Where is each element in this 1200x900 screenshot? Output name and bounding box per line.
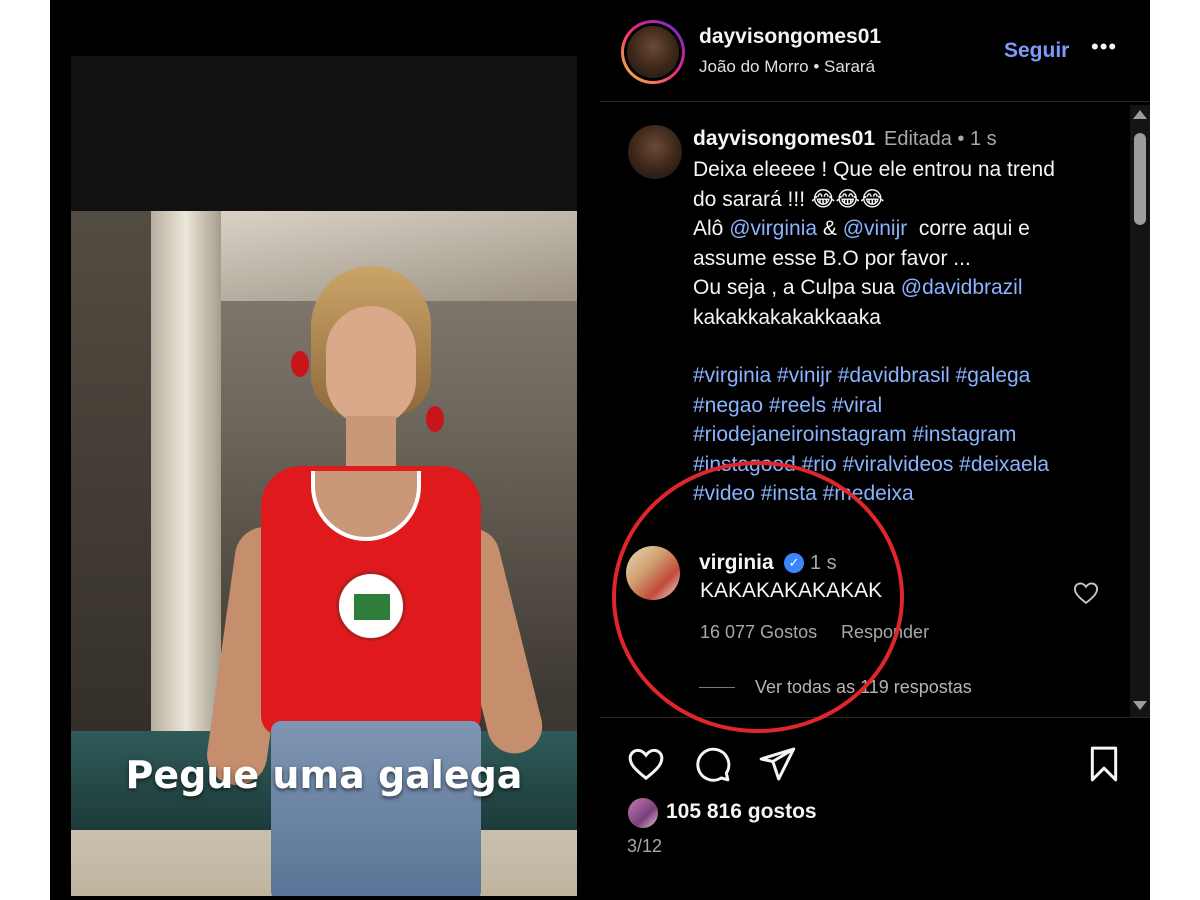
hashtag-line[interactable]: #negao #reels #viral	[693, 391, 1113, 421]
post-info-panel: dayvisongomes01 João do Morro • Sarará S…	[600, 0, 1150, 900]
like-heart-icon[interactable]	[626, 744, 666, 784]
caption-line: do sarará !!! 😂😂😂	[693, 187, 885, 211]
media-panel: Pegue uma galega	[50, 0, 600, 900]
earring-left	[291, 351, 309, 377]
caption-text-fragment: Ou seja , a Culpa sua	[693, 276, 901, 299]
comments-scrollbar[interactable]	[1130, 105, 1150, 717]
reply-avatar[interactable]	[626, 546, 680, 600]
mention-link[interactable]: @vinijr	[843, 217, 908, 240]
mention-link[interactable]: @virginia	[729, 217, 817, 240]
caption-line: Ou seja , a Culpa sua @davidbrazil	[693, 273, 1113, 303]
caption-line: kakakkakakakkaaka	[693, 305, 881, 329]
caption-text-fragment: Alô	[693, 217, 730, 240]
hashtag-line[interactable]: #virginia #vinijr #davidbrasil #galega	[693, 361, 1113, 391]
post-header: dayvisongomes01 João do Morro • Sarará S…	[600, 0, 1150, 102]
mention-link[interactable]: @davidbrazil	[901, 276, 1023, 299]
comments-section[interactable]: dayvisongomes01 Editada • 1 s Deixa elee…	[600, 103, 1130, 716]
caption-line: assume esse B.O por favor ...	[693, 246, 971, 270]
hashtag-line[interactable]: #video #insta #medeixa	[693, 479, 1113, 509]
shirt-crest	[336, 571, 406, 641]
like-comment-heart-icon[interactable]	[1072, 579, 1100, 607]
reply-text: KAKAKAKAKAKAK	[700, 579, 883, 602]
hashtag-line[interactable]: #instagood #rio #viralvideos #deixaela	[693, 450, 1113, 480]
denim-shorts	[271, 721, 481, 896]
post-location[interactable]: João do Morro • Sarará	[699, 57, 875, 77]
earring-right	[426, 406, 444, 432]
reply-button[interactable]: Responder	[841, 622, 929, 643]
post-photo: Pegue uma galega	[71, 211, 577, 896]
post-likes-count[interactable]: 105 816 gostos	[666, 800, 817, 824]
media-page-counter: 3/12	[627, 836, 663, 856]
more-options-icon[interactable]: •••	[1091, 34, 1117, 60]
caption-text-fragment: corre aqui e	[907, 217, 1030, 240]
caption-meta: Editada • 1 s	[884, 128, 997, 150]
likers-avatar[interactable]	[626, 796, 660, 830]
avatar-inner	[624, 23, 682, 81]
save-bookmark-icon[interactable]	[1084, 744, 1124, 784]
scroll-up-arrow-icon[interactable]	[1133, 110, 1147, 119]
media-top-band	[71, 56, 577, 211]
story-media[interactable]: Pegue uma galega	[71, 56, 577, 896]
share-send-icon[interactable]	[757, 744, 797, 784]
verified-badge-icon: ✓	[784, 553, 804, 573]
face	[326, 306, 416, 426]
follow-button[interactable]: Seguir	[1004, 39, 1069, 63]
caption-text: Deixa eleeee ! Que ele entrou na trend d…	[693, 155, 1113, 332]
caption-line: Deixa eleeee ! Que ele entrou na trend	[693, 158, 1055, 181]
caption-hashtags: #virginia #vinijr #davidbrasil #galega #…	[693, 361, 1113, 509]
view-all-replies-link[interactable]: Ver todas as 119 respostas	[755, 677, 972, 698]
reply-likes-count[interactable]: 16 077 Gostos	[700, 622, 817, 643]
comment-bubble-icon[interactable]	[692, 744, 732, 784]
hashtag-line[interactable]: #riodejaneiroinstagram #instagram	[693, 420, 1113, 450]
scroll-thumb[interactable]	[1134, 133, 1146, 225]
caption-line: Alô @virginia & @vinijr corre aqui e	[693, 214, 1113, 244]
caption-username[interactable]: dayvisongomes01	[693, 127, 875, 151]
caption-text-fragment: &	[817, 217, 843, 240]
person-figure	[201, 266, 549, 896]
scroll-down-arrow-icon[interactable]	[1133, 701, 1147, 710]
media-overlay-caption: Pegue uma galega	[125, 753, 523, 797]
story-ring-avatar[interactable]	[621, 20, 685, 84]
post-actions-bar: 105 816 gostos 3/12	[600, 717, 1150, 900]
post-author-username[interactable]: dayvisongomes01	[699, 25, 881, 49]
replies-divider	[699, 687, 735, 688]
reply-username[interactable]: virginia	[699, 551, 774, 575]
reply-time: 1 s	[810, 552, 837, 574]
avatar	[627, 26, 679, 78]
caption-avatar[interactable]	[628, 125, 682, 179]
